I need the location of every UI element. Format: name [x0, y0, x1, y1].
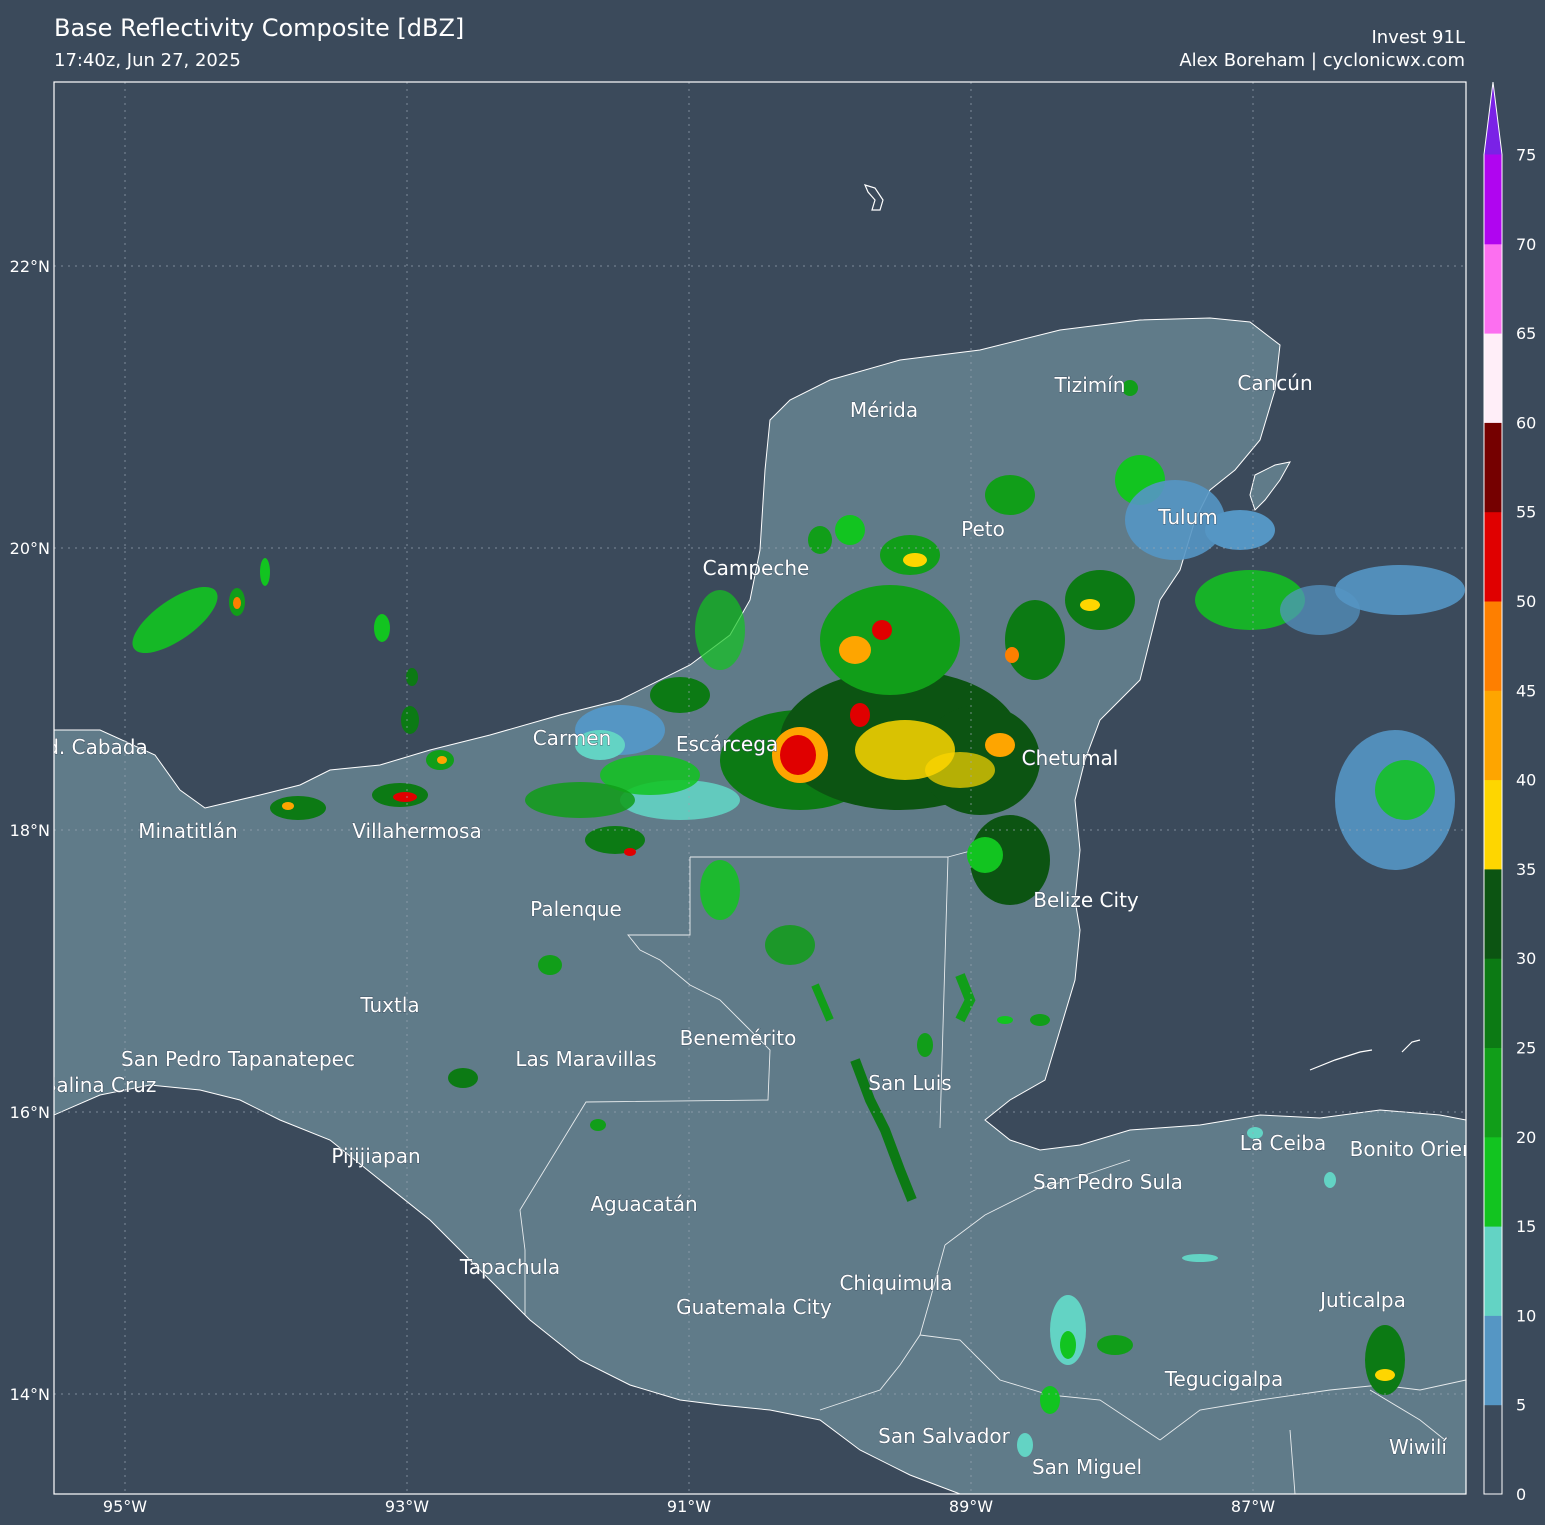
colorbar-segment [1484, 1047, 1502, 1138]
lon-label-91w: 91°W [667, 1497, 711, 1516]
colorbar-segment [1484, 958, 1502, 1048]
city-label-tizimin: Tizimín [1054, 373, 1126, 397]
city-label-belize-city: Belize City [1033, 888, 1139, 912]
city-label-aguacatan: Aguacatán [590, 1192, 697, 1216]
city-label-san-miguel: San Miguel [1032, 1455, 1142, 1479]
colorbar-tick-label: 10 [1516, 1306, 1536, 1325]
colorbar-tick-label: 40 [1516, 771, 1536, 790]
city-label-pijijiapan: Pijijiapan [331, 1144, 420, 1168]
colorbar-segment [1484, 601, 1502, 691]
city-label-chiquimula: Chiquimula [839, 1271, 952, 1295]
city-label-tapachula: Tapachula [459, 1255, 560, 1279]
longitude-labels: 95°W 93°W 91°W 89°W 87°W [103, 1497, 1275, 1516]
city-label-guatemala-city: Guatemala City [676, 1295, 832, 1319]
city-label-merida: Mérida [850, 398, 918, 422]
lat-label-14n: 14°N [10, 1385, 50, 1404]
colorbar-extend-arrow [1484, 82, 1502, 155]
city-label-minatitlan: Minatitlán [138, 819, 237, 843]
lon-label-95w: 95°W [103, 1497, 147, 1516]
colorbar-segment [1484, 868, 1502, 959]
lat-label-22n: 22°N [10, 257, 50, 276]
city-label-tegucigalpa: Tegucigalpa [1164, 1367, 1284, 1391]
colorbar-tick-label: 45 [1516, 681, 1536, 700]
colorbar-tick-label: 0 [1516, 1485, 1526, 1504]
colorbar-segment [1484, 422, 1502, 513]
colorbar-segment [1484, 154, 1502, 245]
colorbar-segment [1484, 511, 1502, 602]
city-label-campeche: Campeche [703, 556, 810, 580]
city-label-benemerito: Benemérito [680, 1026, 797, 1050]
colorbar-tick-label: 60 [1516, 413, 1536, 432]
colorbar-tick-label: 30 [1516, 949, 1536, 968]
city-label-las-maravillas: Las Maravillas [515, 1047, 656, 1071]
colorbar-segment [1484, 690, 1502, 781]
colorbar-segment [1484, 1226, 1502, 1316]
colorbar-segment [1484, 779, 1502, 870]
colorbar-tick-label: 75 [1516, 146, 1536, 165]
colorbar-tick-label: 5 [1516, 1396, 1526, 1415]
city-label-chetumal: Chetumal [1022, 746, 1119, 770]
colorbar-segment [1484, 243, 1502, 334]
colorbar-segment [1484, 1136, 1502, 1227]
city-label-peto: Peto [961, 517, 1005, 541]
colorbar-tick-label: 15 [1516, 1217, 1536, 1236]
colorbar-tick-label: 35 [1516, 860, 1536, 879]
colorbar-tick-label: 50 [1516, 592, 1536, 611]
city-label-escarcega: Escárcega [676, 732, 778, 756]
city-label-san-pedro-tapanatepec: San Pedro Tapanatepec [121, 1047, 355, 1071]
lat-label-16n: 16°N [10, 1103, 50, 1122]
city-label-cd-cabada: Cd. Cabada [32, 735, 148, 759]
latitude-labels: 22°N 20°N 18°N 16°N 14°N [10, 257, 50, 1404]
city-label-villahermosa: Villahermosa [352, 819, 481, 843]
colorbar-tick-label: 20 [1516, 1128, 1536, 1147]
lat-label-18n: 18°N [10, 821, 50, 840]
lon-label-93w: 93°W [385, 1497, 429, 1516]
city-label-cancun: Cancún [1237, 371, 1312, 395]
city-label-san-pedro-sula: San Pedro Sula [1033, 1170, 1183, 1194]
city-label-carmen: Carmen [533, 726, 612, 750]
lon-label-87w: 87°W [1231, 1497, 1275, 1516]
city-label-bonito-oriental: Bonito Oriental [1350, 1137, 1501, 1161]
radar-map: Mérida Tizimín Cancún Tulum Peto Campech… [10, 81, 1536, 1516]
city-label-palenque: Palenque [530, 897, 622, 921]
city-label-juticalpa: Juticalpa [1318, 1288, 1406, 1312]
city-label-salina-cruz: Salina Cruz [44, 1073, 157, 1097]
lat-label-20n: 20°N [10, 539, 50, 558]
colorbar-segment [1484, 333, 1502, 423]
colorbar: 0 5 10 15 20 25 30 35 40 45 50 55 60 65 70 75 [1483, 81, 1536, 1504]
city-label-tulum: Tulum [1157, 505, 1218, 529]
colorbar-tick-label: 25 [1516, 1039, 1536, 1058]
city-label-san-luis: San Luis [868, 1071, 951, 1095]
city-label-san-salvador: San Salvador [878, 1424, 1011, 1448]
colorbar-segment [1484, 1315, 1502, 1406]
colorbar-tick-label: 65 [1516, 324, 1536, 343]
colorbar-tick-label: 70 [1516, 235, 1536, 254]
city-label-la-ceiba: La Ceiba [1240, 1131, 1327, 1155]
lon-label-89w: 89°W [949, 1497, 993, 1516]
city-label-tuxtla: Tuxtla [359, 993, 419, 1017]
city-label-wiwili: Wiwilí [1389, 1435, 1448, 1459]
colorbar-tick-label: 55 [1516, 503, 1536, 522]
colorbar-segment [1484, 1404, 1502, 1495]
